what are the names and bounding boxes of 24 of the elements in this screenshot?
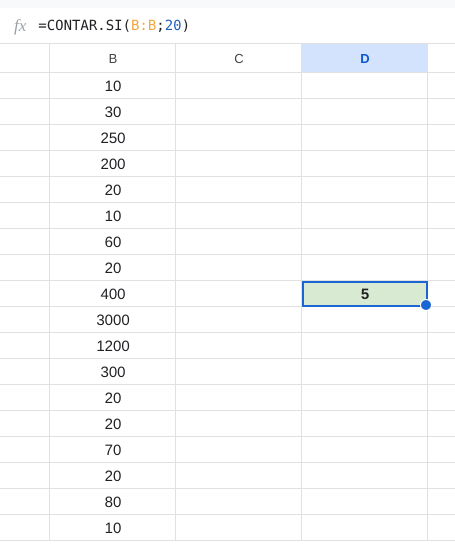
table-cell-text: 1200 <box>95 336 131 356</box>
table-cell-text: 20 <box>104 258 122 278</box>
table-cell-text: 300 <box>99 362 127 382</box>
table-cell-text: 10 <box>104 76 122 96</box>
column-header[interactable]: C <box>176 44 302 73</box>
column-header[interactable]: B <box>50 44 176 73</box>
table-cell-text: 10 <box>104 206 122 226</box>
fill-handle[interactable] <box>420 299 432 311</box>
formula-field[interactable]: =CONTAR.SI(B:B;20) <box>38 18 190 34</box>
table-cell-text: 30 <box>104 102 122 122</box>
table-cell-text: 20 <box>104 414 122 434</box>
table-cell-text: 10 <box>104 518 122 538</box>
function-label: fx <box>14 16 26 36</box>
table-cell-text: 20 <box>104 180 122 200</box>
table-cell-text: 60 <box>104 232 122 252</box>
table-cell-text: 80 <box>104 492 122 512</box>
table-cell-text: 3000 <box>95 310 131 330</box>
table-cell-text: 200 <box>99 154 127 174</box>
column-header[interactable]: D <box>302 44 428 73</box>
table-cell-text: 250 <box>99 128 127 148</box>
table-cell-text: 400 <box>99 284 127 304</box>
table-cell-text: 20 <box>104 466 122 486</box>
table-cell-text: 20 <box>104 388 122 408</box>
table-cell-text: 70 <box>104 440 122 460</box>
